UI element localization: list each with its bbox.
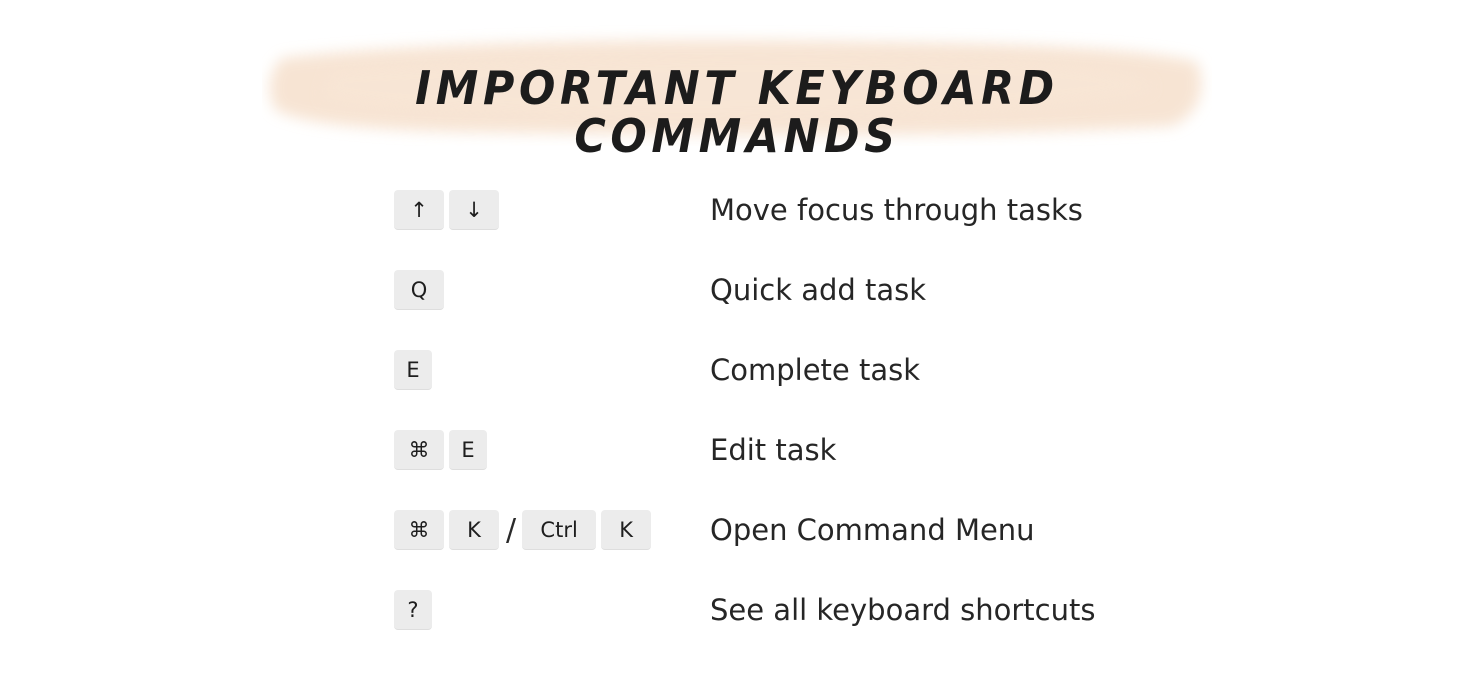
k-key: K [449, 510, 499, 550]
command-key: ⌘ [394, 430, 444, 470]
shortcut-row: Q Quick add task [394, 250, 1294, 330]
shortcut-description: Edit task [710, 433, 837, 467]
shortcut-row: E Complete task [394, 330, 1294, 410]
arrow-down-key: ↓ [449, 190, 499, 230]
arrow-up-key: ↑ [394, 190, 444, 230]
shortcut-description: Complete task [710, 353, 921, 387]
k-key: K [601, 510, 652, 550]
ctrl-key: Ctrl [522, 510, 597, 550]
key-group: ↑ ↓ [394, 190, 504, 230]
key-group: ? [394, 590, 437, 630]
key-group: ⌘ K / Ctrl K [394, 510, 656, 550]
shortcut-description: See all keyboard shortcuts [710, 593, 1096, 627]
key-group: ⌘ E [394, 430, 492, 470]
shortcut-list: ↑ ↓ Move focus through tasks Q Quick add… [394, 170, 1294, 650]
shortcut-description: Move focus through tasks [710, 193, 1083, 227]
key-group: Q [394, 270, 449, 310]
shortcut-description: Open Command Menu [710, 513, 1035, 547]
shortcut-description: Quick add task [710, 273, 927, 307]
shortcut-row: ⌘ E Edit task [394, 410, 1294, 490]
shortcut-row: ? See all keyboard shortcuts [394, 570, 1294, 650]
key-separator: / [506, 512, 517, 548]
q-key: Q [394, 270, 444, 310]
e-key: E [394, 350, 432, 390]
shortcut-row: ⌘ K / Ctrl K Open Command Menu [394, 490, 1294, 570]
page-title: IMPORTANT KEYBOARD COMMANDS [415, 61, 1059, 163]
question-mark-key: ? [394, 590, 432, 630]
command-key: ⌘ [394, 510, 444, 550]
shortcut-row: ↑ ↓ Move focus through tasks [394, 170, 1294, 250]
key-group: E [394, 350, 437, 390]
e-key: E [449, 430, 487, 470]
title-banner: IMPORTANT KEYBOARD COMMANDS [262, 18, 1212, 160]
